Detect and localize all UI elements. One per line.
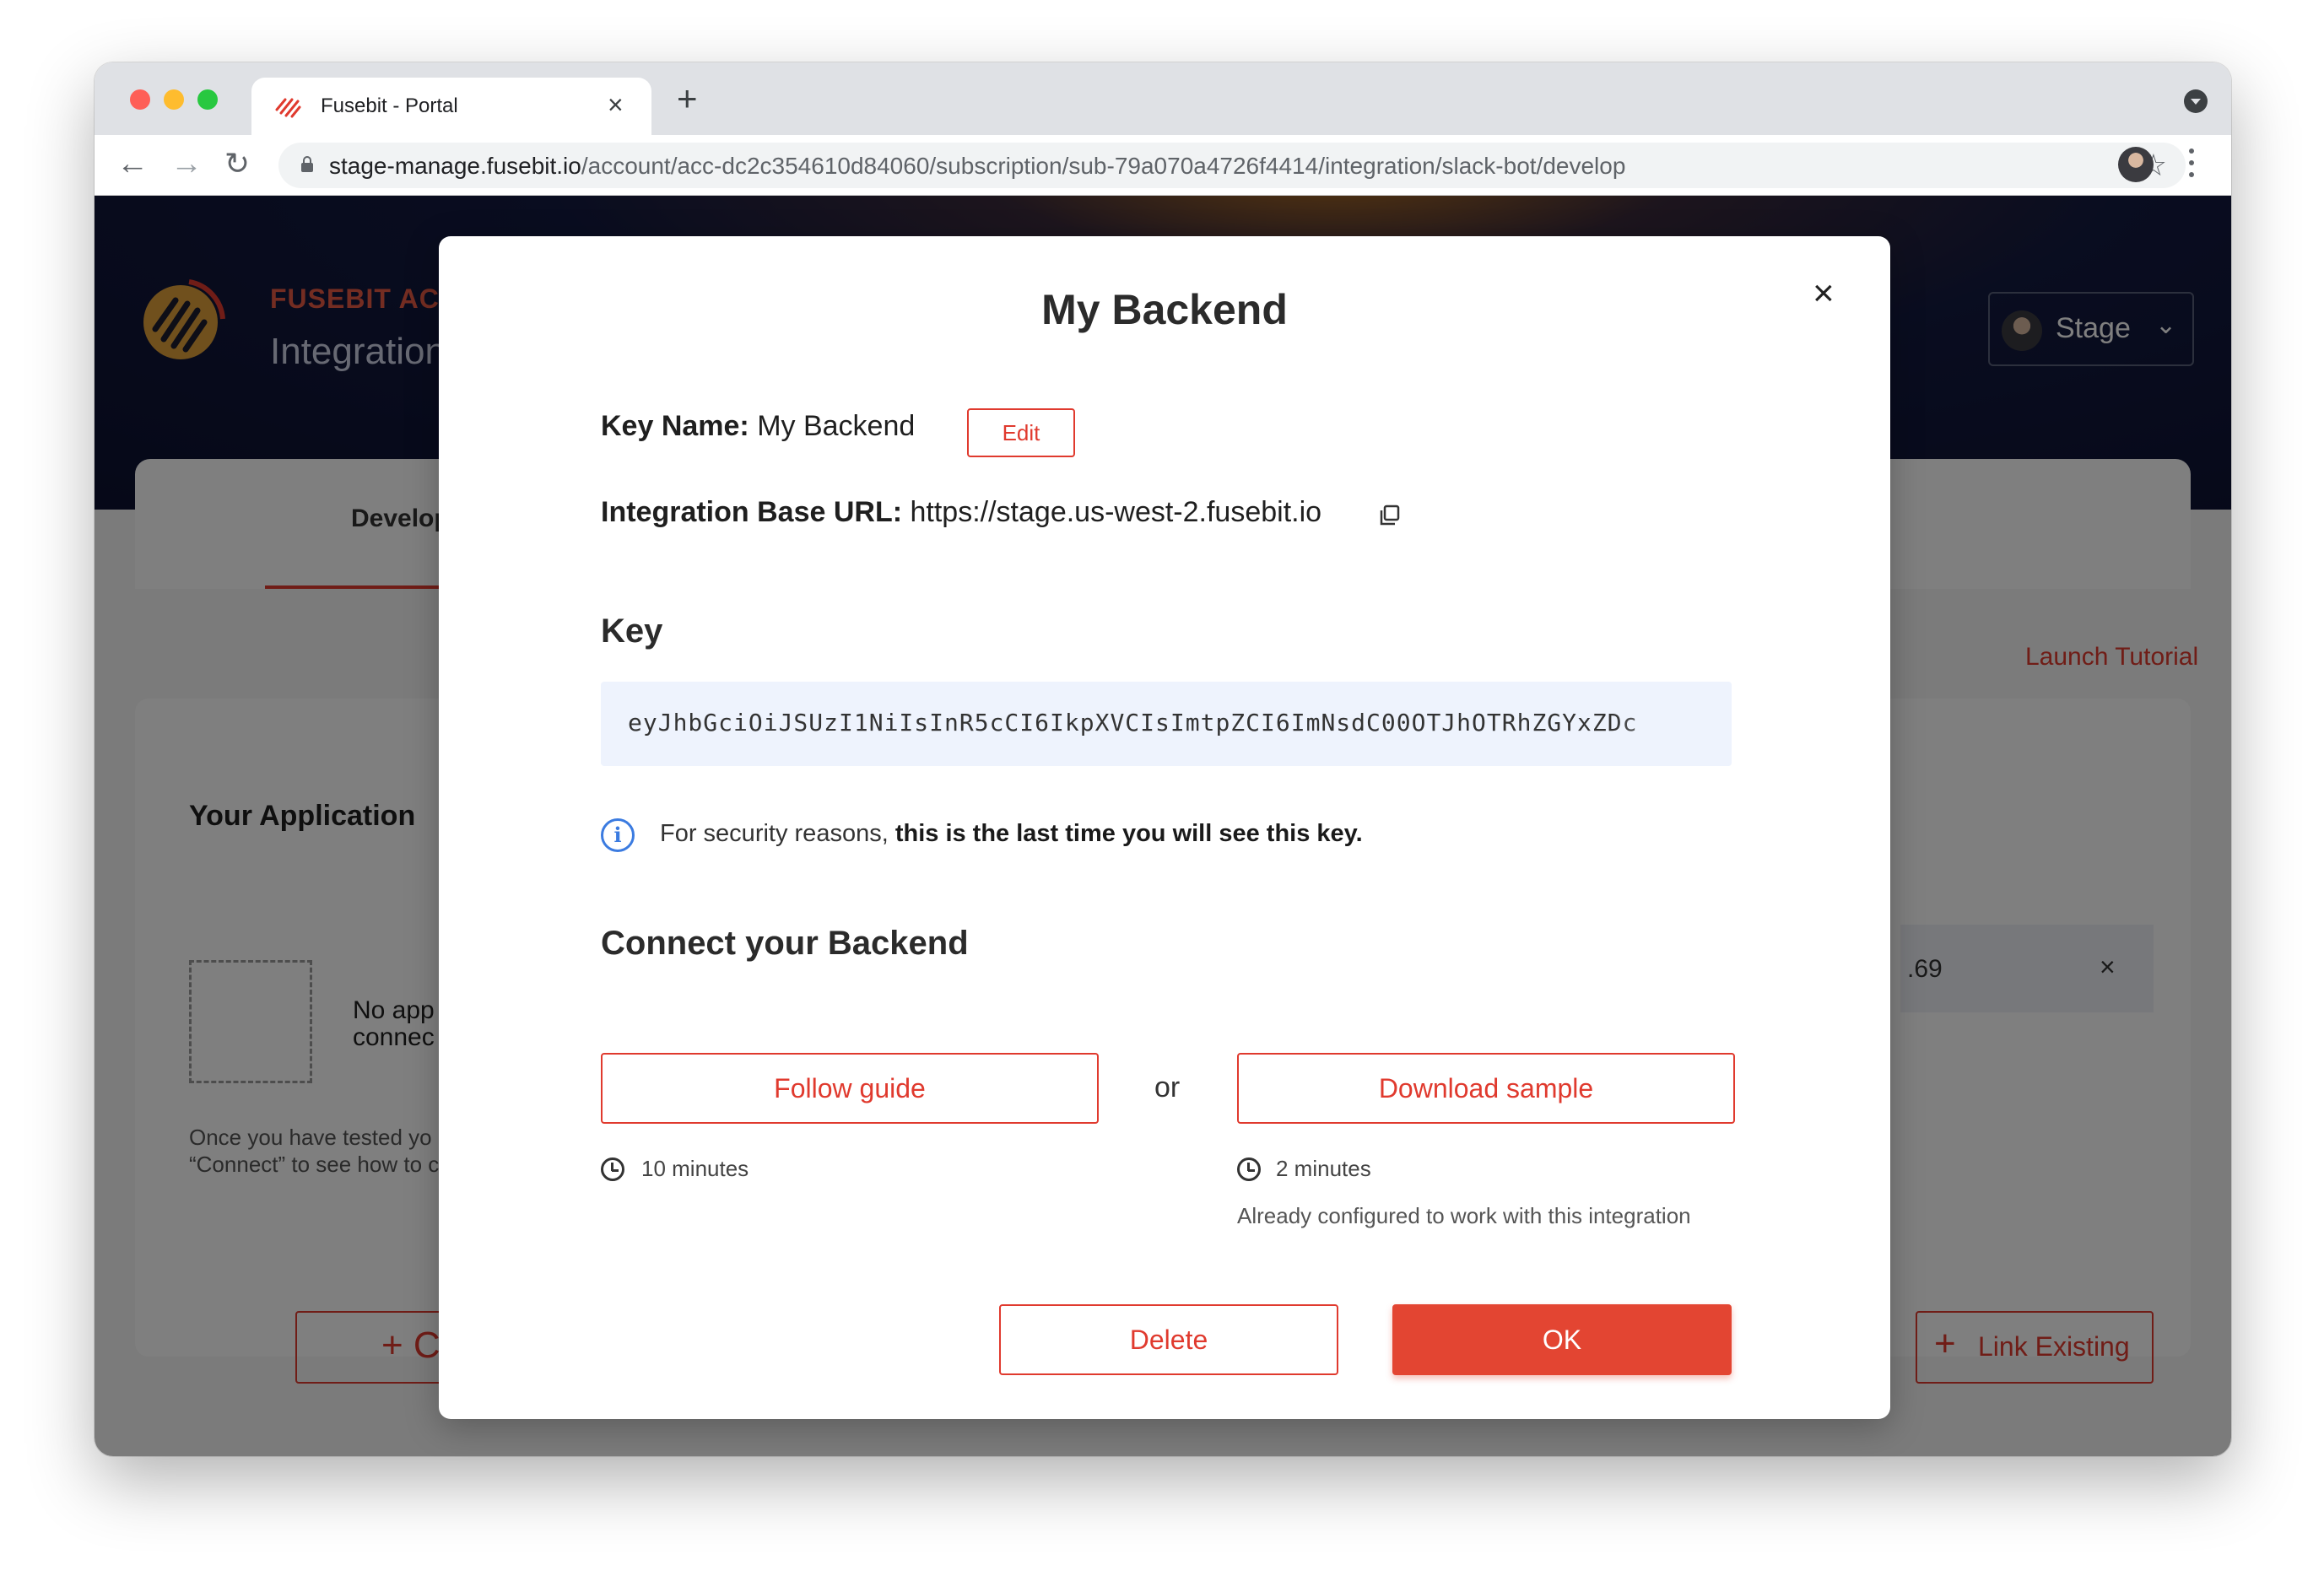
browser-tab-active[interactable]: Fusebit - Portal × — [251, 78, 651, 135]
url-path: /account/acc-dc2c354610d84060/subscripti… — [581, 153, 1626, 179]
key-fade — [1613, 682, 1732, 766]
backend-modal: My Backend × Key Name: My Backend Edit I… — [439, 236, 1890, 1419]
modal-title: My Backend — [1041, 286, 1288, 333]
browser-toolbar: ← → ↻ stage-manage.fusebit.io/account/ac… — [95, 135, 2231, 196]
key-name-label: Key Name: — [601, 410, 749, 442]
edit-button[interactable]: Edit — [967, 408, 1075, 457]
notice-bold: this is the last time you will see this … — [894, 820, 1363, 847]
base-url-value: https://stage.us-west-2.fusebit.io — [910, 496, 1322, 528]
sample-duration: 2 minutes — [1276, 1156, 1371, 1181]
url-text: stage-manage.fusebit.io/account/acc-dc2c… — [329, 153, 1625, 180]
copy-icon[interactable] — [1379, 505, 1401, 526]
close-icon[interactable]: × — [1813, 275, 1835, 312]
url-host: stage-manage.fusebit.io — [329, 153, 581, 179]
key-heading: Key — [601, 612, 663, 650]
follow-guide-button[interactable]: Follow guide — [601, 1053, 1099, 1124]
delete-button[interactable]: Delete — [999, 1304, 1338, 1375]
key-field[interactable]: eyJhbGciOiJSUzI1NiIsInR5cCI6IkpXVCIsImtp… — [601, 682, 1732, 766]
or-separator: or — [1154, 1071, 1181, 1103]
guide-duration: 10 minutes — [641, 1156, 749, 1181]
notice-prefix: For security reasons, — [660, 820, 889, 847]
tab-title: Fusebit - Portal — [321, 94, 458, 117]
sample-note: Already configured to work with this int… — [1237, 1203, 1691, 1228]
ok-button[interactable]: OK — [1392, 1304, 1732, 1375]
tab-close-icon[interactable]: × — [608, 89, 624, 120]
profile-avatar[interactable] — [2118, 147, 2154, 182]
fusebit-favicon-icon — [275, 98, 301, 118]
base-url-label: Integration Base URL: — [601, 496, 903, 528]
security-notice: For security reasons, this is the last t… — [660, 820, 1363, 848]
clock-icon — [1237, 1157, 1261, 1181]
minimize-window-button[interactable] — [164, 89, 184, 110]
address-bar[interactable]: stage-manage.fusebit.io/account/acc-dc2c… — [278, 143, 2186, 188]
forward-arrow-icon[interactable]: → — [170, 147, 203, 181]
close-window-button[interactable] — [130, 89, 150, 110]
download-sample-button[interactable]: Download sample — [1237, 1053, 1735, 1124]
key-name-value: My Backend — [757, 410, 916, 442]
tab-search-icon[interactable] — [2184, 89, 2208, 113]
maximize-window-button[interactable] — [197, 89, 218, 110]
key-value: eyJhbGciOiJSUzI1NiIsInR5cCI6IkpXVCIsImtp… — [628, 709, 1638, 737]
info-icon: i — [601, 818, 635, 852]
clock-icon — [601, 1157, 624, 1181]
kebab-menu-icon[interactable] — [2189, 148, 2194, 182]
back-arrow-icon[interactable]: ← — [116, 147, 149, 181]
base-url-row: Integration Base URL: https://stage.us-w… — [601, 496, 1321, 529]
tab-bar: Fusebit - Portal × + — [95, 62, 2231, 135]
key-name-row: Key Name: My Backend — [601, 410, 915, 443]
new-tab-icon[interactable]: + — [677, 81, 698, 116]
lock-icon — [301, 156, 313, 172]
reload-icon[interactable]: ↻ — [224, 147, 250, 181]
connect-heading: Connect your Backend — [601, 925, 969, 962]
